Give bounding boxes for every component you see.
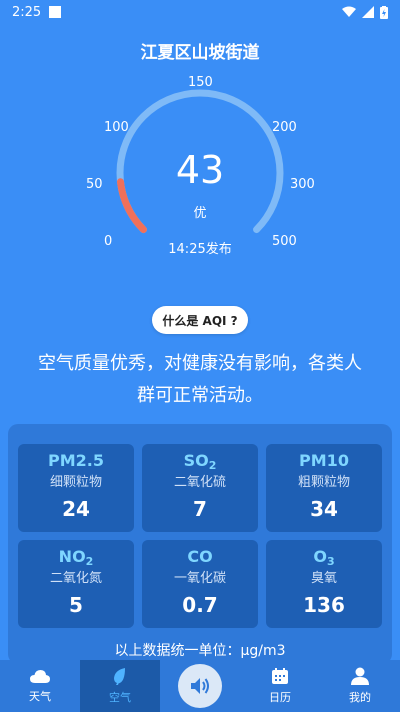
pollutant-value: 24 xyxy=(62,497,90,521)
aqi-level: 优 xyxy=(193,206,207,221)
voice-broadcast-button[interactable] xyxy=(178,664,222,708)
pollutant-name: PM10 xyxy=(299,451,349,470)
calendar-icon xyxy=(272,668,288,684)
location-title: 江夏区山坡街道 xyxy=(140,43,260,63)
tab-label: 天气 xyxy=(29,690,51,703)
pollutant-value: 0.7 xyxy=(182,593,218,617)
pollutant-name: NO2 xyxy=(58,547,94,568)
tab-air[interactable]: 空气 xyxy=(80,660,160,712)
unit-note: 以上数据统一单位：μg/m3 xyxy=(114,643,286,659)
health-advice: 空气质量优秀，对健康没有影响，各类人群可正常活动。 xyxy=(38,353,362,406)
status-bar: 2:25 xyxy=(0,0,400,24)
status-right xyxy=(342,5,388,19)
aqi-gauge: 0 50 100 150 200 300 500 43 优 14:25发布 xyxy=(0,70,400,270)
pollutant-desc: 细颗粒物 xyxy=(49,475,102,490)
pollutant-desc: 二氧化氮 xyxy=(49,571,102,586)
tab-label: 日历 xyxy=(269,691,291,704)
bottom-tab-bar: 天气 空气 日历 我的 xyxy=(0,660,400,712)
pollutant-name: CO xyxy=(187,547,213,566)
pollutant-card-o3[interactable]: O3 臭氧 136 xyxy=(266,540,382,628)
pollutant-value: 7 xyxy=(193,497,207,521)
tick-label-200: 200 xyxy=(272,120,297,135)
aqi-help-button[interactable]: 什么是 AQI ? xyxy=(152,306,248,334)
notification-icon xyxy=(49,6,62,18)
publish-time: 14:25发布 xyxy=(168,242,232,257)
tick-label-150: 150 xyxy=(188,75,213,90)
status-left: 2:25 xyxy=(12,4,62,20)
pollutant-value: 5 xyxy=(69,593,83,617)
pollutant-card-pm10[interactable]: PM10 粗颗粒物 34 xyxy=(266,444,382,532)
pollutant-desc: 一氧化碳 xyxy=(173,571,226,586)
tab-speaker[interactable] xyxy=(160,660,240,712)
pollutant-value: 136 xyxy=(303,593,345,617)
tick-label-100: 100 xyxy=(104,120,129,135)
pollutant-card-co[interactable]: CO 一氧化碳 0.7 xyxy=(142,540,258,628)
pollutant-card-no2[interactable]: NO2 二氧化氮 5 xyxy=(18,540,134,628)
wifi-icon xyxy=(342,6,356,17)
pollutant-desc: 粗颗粒物 xyxy=(297,475,350,490)
aqi-value: 43 xyxy=(175,148,225,192)
pollutant-name: O3 xyxy=(313,547,335,568)
tab-calendar[interactable]: 日历 xyxy=(240,660,320,712)
signal-icon xyxy=(362,6,374,18)
pollutant-value: 34 xyxy=(310,497,338,521)
pollutant-panel: PM2.5 细颗粒物 24 SO2 二氧化硫 7 PM10 粗颗粒物 34 NO… xyxy=(8,424,392,664)
pollutant-desc: 臭氧 xyxy=(310,571,337,586)
pollutant-grid: PM2.5 细颗粒物 24 SO2 二氧化硫 7 PM10 粗颗粒物 34 NO… xyxy=(18,444,382,628)
status-time: 2:25 xyxy=(12,4,42,20)
tab-profile[interactable]: 我的 xyxy=(320,660,400,712)
leaf-icon xyxy=(114,668,125,685)
speaker-icon xyxy=(191,678,209,694)
battery-icon xyxy=(380,5,388,19)
pollutant-desc: 二氧化硫 xyxy=(173,475,226,490)
tab-label: 我的 xyxy=(349,691,371,704)
tab-label: 空气 xyxy=(109,691,131,704)
cloud-icon xyxy=(30,670,50,683)
pollutant-card-pm25[interactable]: PM2.5 细颗粒物 24 xyxy=(18,444,134,532)
pollutant-card-so2[interactable]: SO2 二氧化硫 7 xyxy=(142,444,258,532)
pollutant-name: SO2 xyxy=(183,451,217,472)
pollutant-name: PM2.5 xyxy=(48,451,104,470)
user-icon xyxy=(351,667,369,685)
tab-weather[interactable]: 天气 xyxy=(0,660,80,712)
